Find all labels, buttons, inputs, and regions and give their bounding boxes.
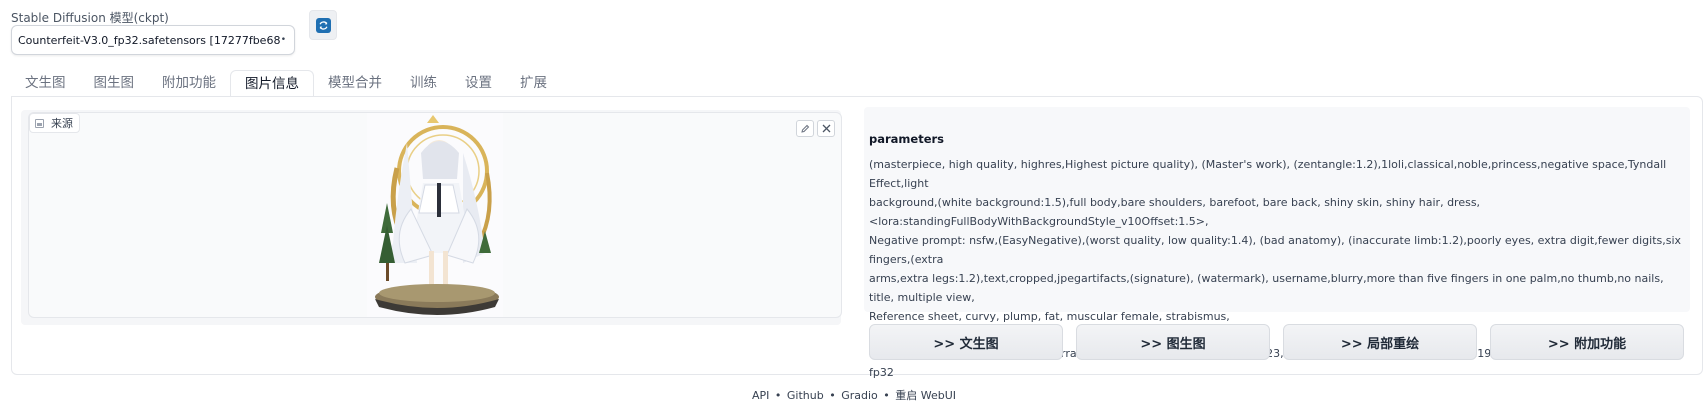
tab-checkpoint-merger[interactable]: 模型合并 [314, 70, 396, 97]
send-to-img2img-button[interactable]: >> 图生图 [1076, 324, 1270, 360]
clear-image-button[interactable] [817, 120, 835, 137]
footer-separator: • [883, 389, 890, 402]
footer-github-link[interactable]: Github [787, 389, 824, 402]
parameters-title: parameters [869, 132, 945, 146]
model-select[interactable]: Counterfeit-V3.0_fp32.safetensors [17277… [11, 25, 295, 55]
prompt-text-line: background,(white background:1.5),full b… [869, 196, 1481, 209]
footer-gradio-link[interactable]: Gradio [841, 389, 878, 402]
tab-extensions[interactable]: 扩展 [506, 70, 561, 97]
footer: API • Github • Gradio • 重启 WebUI [0, 387, 1708, 403]
tab-img2img[interactable]: 图生图 [80, 70, 149, 97]
main-tabs: 文生图 图生图 附加功能 图片信息 模型合并 训练 设置 扩展 [11, 70, 561, 97]
prompt-text-line: <lora:standingFullBodyWithBackgroundStyl… [869, 215, 1209, 228]
tab-png-info[interactable]: 图片信息 [230, 70, 314, 97]
refresh-icon [315, 17, 331, 33]
image-source-label: 来源 [51, 117, 73, 130]
image-icon [35, 118, 44, 128]
source-image [367, 113, 503, 317]
refresh-models-button[interactable] [309, 10, 337, 40]
model-select-value: Counterfeit-V3.0_fp32.safetensors [17277… [18, 33, 281, 47]
model-select-label: Stable Diffusion 模型(ckpt) [11, 11, 169, 25]
pencil-icon [801, 124, 810, 133]
footer-api-link[interactable]: API [752, 389, 769, 402]
negative-prompt-line: arms,extra legs:1.2),text,cropped,jpegar… [869, 272, 1664, 304]
close-icon [822, 124, 830, 133]
tab-settings[interactable]: 设置 [451, 70, 506, 97]
chevron-down-icon: • [280, 35, 286, 45]
prompt-text-line: (masterpiece, high quality, highres,High… [869, 158, 1667, 190]
edit-image-button[interactable] [796, 120, 814, 137]
footer-reload-link[interactable]: 重启 WebUI [895, 389, 956, 402]
image-source-badge: 来源 [29, 113, 80, 133]
footer-separator: • [774, 389, 782, 402]
tab-txt2img[interactable]: 文生图 [11, 70, 80, 97]
negative-prompt-line: Negative prompt: nsfw,(EasyNegative),(wo… [869, 234, 1682, 266]
send-to-extras-button[interactable]: >> 附加功能 [1490, 324, 1684, 360]
tab-train[interactable]: 训练 [396, 70, 451, 97]
tab-extras[interactable]: 附加功能 [148, 70, 230, 97]
send-to-inpaint-button[interactable]: >> 局部重绘 [1283, 324, 1477, 360]
send-to-txt2img-button[interactable]: >> 文生图 [869, 324, 1063, 360]
footer-separator: • [829, 389, 836, 402]
